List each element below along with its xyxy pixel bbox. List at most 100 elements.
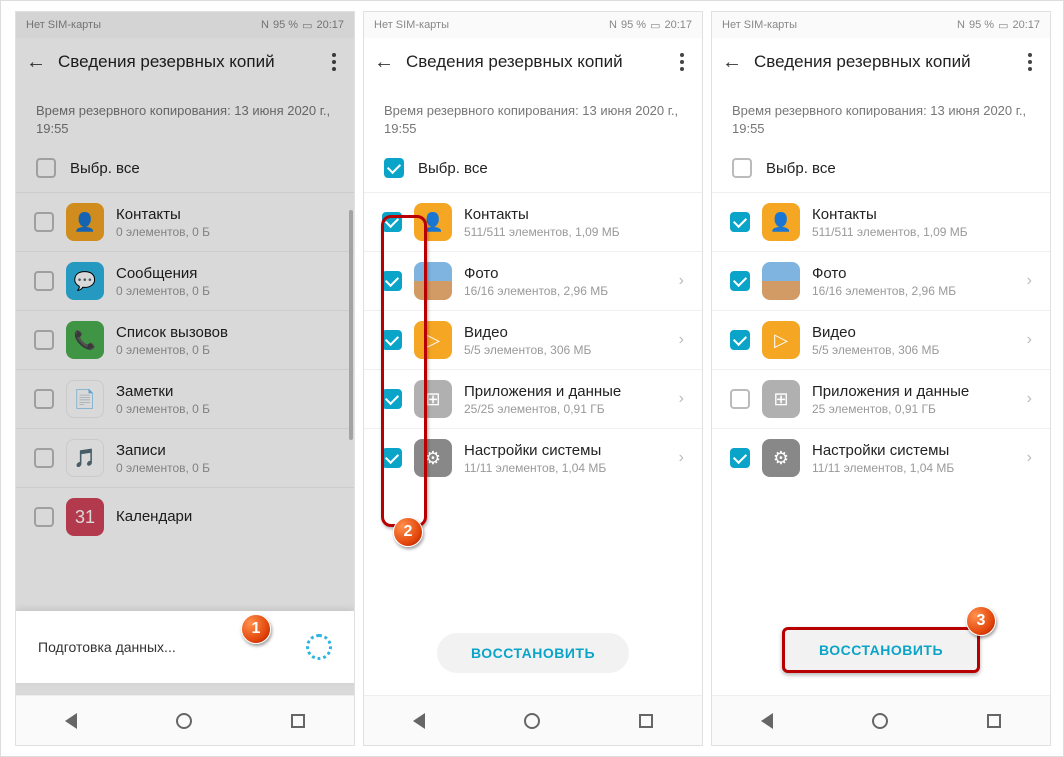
item-checkbox[interactable] xyxy=(382,271,402,291)
status-sim: Нет SIM-карты xyxy=(374,19,449,31)
item-checkbox[interactable] xyxy=(34,507,54,527)
item-checkbox[interactable] xyxy=(382,448,402,468)
menu-icon[interactable] xyxy=(322,53,346,71)
battery-icon: ▭ xyxy=(302,19,312,32)
calendar-icon: 31 xyxy=(66,498,104,536)
restore-button[interactable]: ВОССТАНОВИТЬ xyxy=(437,633,629,673)
nav-home-icon[interactable] xyxy=(872,713,888,729)
video-icon: ▷ xyxy=(762,321,800,359)
select-all-checkbox[interactable] xyxy=(732,158,752,178)
item-checkbox[interactable] xyxy=(730,212,750,232)
restore-area: ВОССТАНОВИТЬ xyxy=(712,615,1050,685)
messages-icon: 💬 xyxy=(66,262,104,300)
select-all-row[interactable]: Выбр. все xyxy=(364,148,702,192)
phone-screen-1: Нет SIM-карты N 95 % ▭ 20:17 ← Сведения … xyxy=(15,11,355,746)
select-all-label: Выбр. все xyxy=(70,160,140,177)
list-item[interactable]: 📄 Заметки0 элементов, 0 Б xyxy=(16,369,354,428)
item-checkbox[interactable] xyxy=(730,330,750,350)
item-checkbox[interactable] xyxy=(34,389,54,409)
page-title: Сведения резервных копий xyxy=(754,52,1008,72)
menu-icon[interactable] xyxy=(670,53,694,71)
backup-time: Время резервного копирования: 13 июня 20… xyxy=(364,86,702,148)
battery-text: 95 % xyxy=(969,19,994,31)
list-item[interactable]: ⚙ Настройки системы11/11 элементов, 1,04… xyxy=(364,428,702,487)
chevron-right-icon: › xyxy=(1027,449,1032,467)
preparing-sheet: Подготовка данных... xyxy=(16,611,354,683)
status-bar: Нет SIM-карты N 95 % ▭ 20:17 xyxy=(712,12,1050,38)
select-all-row[interactable]: Выбр. все xyxy=(16,148,354,192)
clock: 20:17 xyxy=(1012,19,1040,31)
select-all-checkbox[interactable] xyxy=(384,158,404,178)
nav-back-icon[interactable] xyxy=(761,713,773,729)
preparing-text: Подготовка данных... xyxy=(38,639,176,655)
select-all-label: Выбр. все xyxy=(418,160,488,177)
list-item[interactable]: 🎵 Записи0 элементов, 0 Б xyxy=(16,428,354,487)
item-checkbox[interactable] xyxy=(34,271,54,291)
menu-icon[interactable] xyxy=(1018,53,1042,71)
back-icon[interactable]: ← xyxy=(720,50,744,74)
nav-recent-icon[interactable] xyxy=(291,714,305,728)
item-checkbox[interactable] xyxy=(730,389,750,409)
nfc-icon: N xyxy=(609,19,617,31)
battery-text: 95 % xyxy=(621,19,646,31)
battery-icon: ▭ xyxy=(998,19,1008,32)
list-item[interactable]: 👤 Контакты511/511 элементов, 1,09 МБ xyxy=(712,192,1050,251)
apps-icon: ⊞ xyxy=(762,380,800,418)
list-item[interactable]: ⊞ Приложения и данные25/25 элементов, 0,… xyxy=(364,369,702,428)
photo-icon xyxy=(762,262,800,300)
nav-home-icon[interactable] xyxy=(524,713,540,729)
clock: 20:17 xyxy=(316,19,344,31)
select-all-checkbox[interactable] xyxy=(36,158,56,178)
chevron-right-icon: › xyxy=(679,331,684,349)
list-item[interactable]: ⚙ Настройки системы11/11 элементов, 1,04… xyxy=(712,428,1050,487)
nav-recent-icon[interactable] xyxy=(639,714,653,728)
list-item[interactable]: Фото16/16 элементов, 2,96 МБ › xyxy=(712,251,1050,310)
item-checkbox[interactable] xyxy=(730,271,750,291)
app-bar: ← Сведения резервных копий xyxy=(364,38,702,86)
recordings-icon: 🎵 xyxy=(66,439,104,477)
annotation-badge-2: 2 xyxy=(393,517,423,547)
list-item[interactable]: 💬 Сообщения0 элементов, 0 Б xyxy=(16,251,354,310)
list-item[interactable]: 31 Календари xyxy=(16,487,354,546)
list-item[interactable]: 👤 Контакты511/511 элементов, 1,09 МБ xyxy=(364,192,702,251)
nav-home-icon[interactable] xyxy=(176,713,192,729)
scrollbar[interactable] xyxy=(349,210,353,440)
item-checkbox[interactable] xyxy=(382,389,402,409)
list-item[interactable]: ▷ Видео5/5 элементов, 306 МБ › xyxy=(364,310,702,369)
list-item[interactable]: ▷ Видео5/5 элементов, 306 МБ › xyxy=(712,310,1050,369)
restore-button[interactable]: ВОССТАНОВИТЬ xyxy=(782,627,980,673)
app-bar: ← Сведения резервных копий xyxy=(16,38,354,86)
list-item[interactable]: Фото16/16 элементов, 2,96 МБ › xyxy=(364,251,702,310)
annotation-badge-3: 3 xyxy=(966,606,996,636)
calls-icon: 📞 xyxy=(66,321,104,359)
select-all-row[interactable]: Выбр. все xyxy=(712,148,1050,192)
item-checkbox[interactable] xyxy=(34,448,54,468)
list-item[interactable]: 👤 Контакты0 элементов, 0 Б xyxy=(16,192,354,251)
list-item[interactable]: ⊞ Приложения и данные25 элементов, 0,91 … xyxy=(712,369,1050,428)
page-title: Сведения резервных копий xyxy=(406,52,660,72)
item-checkbox[interactable] xyxy=(34,212,54,232)
chevron-right-icon: › xyxy=(679,449,684,467)
item-checkbox[interactable] xyxy=(34,330,54,350)
item-checkbox[interactable] xyxy=(730,448,750,468)
item-list: 👤 Контакты511/511 элементов, 1,09 МБ Фот… xyxy=(364,192,702,487)
nfc-icon: N xyxy=(957,19,965,31)
status-bar: Нет SIM-карты N 95 % ▭ 20:17 xyxy=(16,12,354,38)
back-icon[interactable]: ← xyxy=(24,50,48,74)
item-list: 👤 Контакты0 элементов, 0 Б 💬 Сообщения0 … xyxy=(16,192,354,546)
page-title: Сведения резервных копий xyxy=(58,52,312,72)
chevron-right-icon: › xyxy=(679,272,684,290)
contacts-icon: 👤 xyxy=(762,203,800,241)
item-checkbox[interactable] xyxy=(382,212,402,232)
nav-back-icon[interactable] xyxy=(413,713,425,729)
nfc-icon: N xyxy=(261,19,269,31)
item-checkbox[interactable] xyxy=(382,330,402,350)
select-all-label: Выбр. все xyxy=(766,160,836,177)
back-icon[interactable]: ← xyxy=(372,50,396,74)
item-list: 👤 Контакты511/511 элементов, 1,09 МБ Фот… xyxy=(712,192,1050,487)
list-item[interactable]: 📞 Список вызовов0 элементов, 0 Б xyxy=(16,310,354,369)
nav-back-icon[interactable] xyxy=(65,713,77,729)
contacts-icon: 👤 xyxy=(414,203,452,241)
nav-recent-icon[interactable] xyxy=(987,714,1001,728)
video-icon: ▷ xyxy=(414,321,452,359)
